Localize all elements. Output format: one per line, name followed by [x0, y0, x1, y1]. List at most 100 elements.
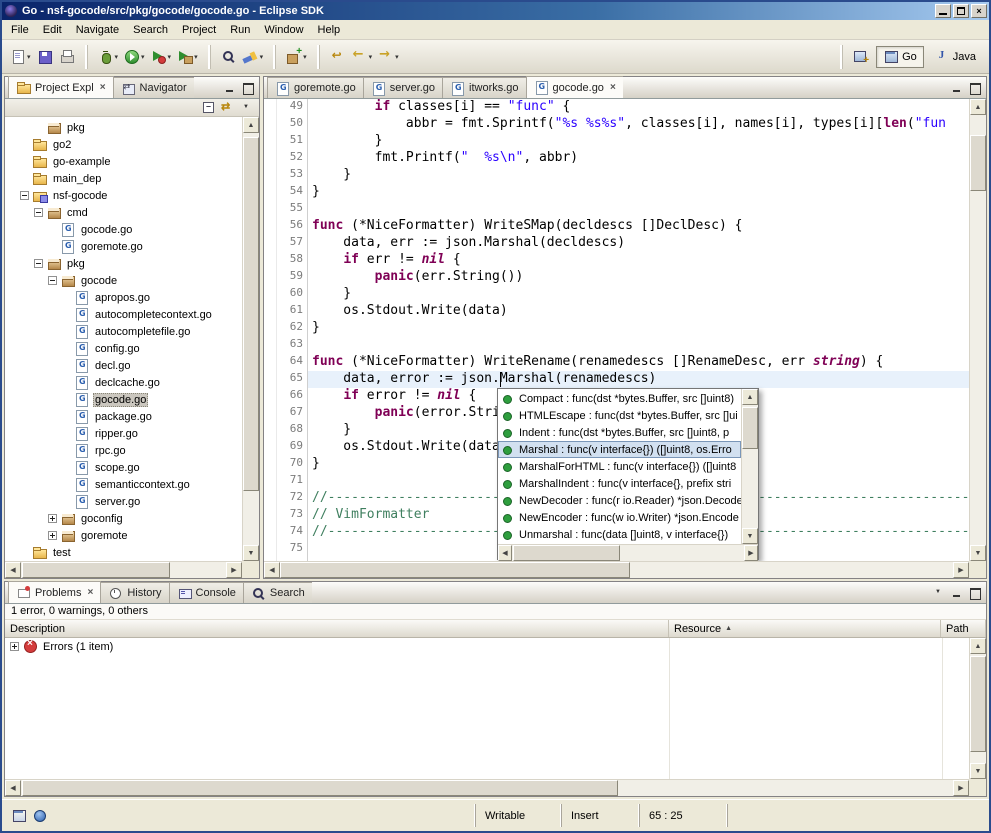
tree-item-gocode-go[interactable]: gocode.go [5, 221, 242, 238]
expand-handle[interactable] [20, 191, 29, 200]
dropdown-arrow-icon[interactable]: ▾ [141, 53, 145, 61]
tree-item-go2[interactable]: go2 [5, 136, 242, 153]
tree-item-config-go[interactable]: config.go [5, 340, 242, 357]
code-line[interactable] [308, 337, 969, 354]
sidebar-maximize-button[interactable] [240, 81, 256, 95]
scroll-track[interactable] [21, 780, 953, 796]
scroll-track[interactable] [512, 545, 744, 561]
sidebar-tab-navigator[interactable]: Navigator [113, 77, 194, 98]
tree-item-gocode-go[interactable]: gocode.go [5, 391, 242, 408]
tree-item-pkg[interactable]: pkg [5, 119, 242, 136]
dropdown-arrow-icon[interactable]: ▾ [194, 53, 198, 61]
toolbar-run-button[interactable]: ▾ [122, 45, 147, 69]
tree-item-goconfig[interactable]: goconfig [5, 510, 242, 527]
current-line[interactable]: data, error := json.Marshal(renamedescs) [308, 371, 969, 388]
autocomplete-item[interactable]: Compact : func(dst *bytes.Buffer, src []… [498, 390, 741, 407]
maximize-window-button[interactable] [953, 4, 969, 18]
tree-item-semanticcontext-go[interactable]: semanticcontext.go [5, 476, 242, 493]
toolbar-run-last-launched-button[interactable]: ▾ [149, 45, 174, 69]
problems-tab-search[interactable]: Search [243, 582, 312, 603]
autocomplete-horizontal-scrollbar[interactable]: ◀▶ [498, 544, 758, 561]
toolbar-debug-button[interactable]: ▾ [96, 45, 121, 69]
tree-item-goremote[interactable]: goremote [5, 527, 242, 544]
tree-item-cmd[interactable]: cmd [5, 204, 242, 221]
dropdown-arrow-icon[interactable]: ▾ [303, 53, 307, 61]
title-bar[interactable]: Go - nsf-gocode/src/pkg/gocode/gocode.go… [2, 2, 989, 20]
close-tab-icon[interactable]: × [610, 82, 616, 93]
column-header-description[interactable]: Description [5, 620, 669, 637]
editor-tab-gocode-go[interactable]: gocode.go× [526, 76, 623, 98]
scroll-track[interactable] [970, 115, 986, 545]
link-with-editor-icon[interactable] [220, 100, 236, 115]
scroll-down-button[interactable]: ▼ [742, 528, 758, 544]
sidebar-horizontal-scrollbar[interactable]: ◀▶ [5, 561, 242, 578]
autocomplete-item[interactable]: HTMLEscape : func(dst *bytes.Buffer, src… [498, 407, 741, 424]
menu-help[interactable]: Help [311, 21, 348, 39]
scroll-left-button[interactable]: ◀ [498, 545, 512, 561]
code-line[interactable]: } [308, 167, 969, 184]
autocomplete-item[interactable]: NewDecoder : func(r io.Reader) *json.Dec… [498, 492, 741, 509]
scroll-track[interactable] [742, 405, 758, 528]
scroll-up-button[interactable]: ▲ [742, 389, 758, 405]
problems-horizontal-scrollbar[interactable]: ◀▶ [5, 779, 969, 796]
toolbar-forward-button[interactable]: ▾ [376, 45, 401, 69]
menu-file[interactable]: File [4, 21, 36, 39]
dropdown-arrow-icon[interactable]: ▾ [168, 53, 172, 61]
scroll-up-button[interactable]: ▲ [970, 638, 986, 654]
scroll-thumb[interactable] [22, 780, 618, 796]
toolbar-save-button[interactable] [35, 45, 55, 69]
editor-tab-goremote-go[interactable]: goremote.go [267, 77, 364, 98]
toolbar-external-tools-button[interactable]: ▾ [175, 45, 200, 69]
menu-edit[interactable]: Edit [36, 21, 69, 39]
scroll-right-button[interactable]: ▶ [953, 562, 969, 578]
autocomplete-item[interactable]: Marshal : func(v interface{}) ([]uint8, … [498, 441, 741, 458]
dropdown-arrow-icon[interactable]: ▾ [115, 53, 119, 61]
line-number-ruler[interactable]: 4950515253545556575859606162636465666768… [277, 99, 308, 561]
close-window-button[interactable]: × [971, 4, 987, 18]
scroll-thumb[interactable] [243, 137, 259, 491]
workspace-status-icon[interactable] [32, 808, 48, 823]
open-perspective-button[interactable] [851, 45, 871, 69]
expand-handle[interactable] [34, 208, 43, 217]
tree-item-goremote-go[interactable]: goremote.go [5, 238, 242, 255]
sidebar-view-menu-icon[interactable] [239, 101, 255, 115]
code-line[interactable]: } [308, 184, 969, 201]
editor-maximize-button[interactable] [967, 81, 983, 95]
expand-handle[interactable] [10, 642, 19, 651]
tree-item-scope-go[interactable]: scope.go [5, 459, 242, 476]
code-line[interactable]: } [308, 133, 969, 150]
close-tab-icon[interactable]: × [87, 587, 93, 598]
scroll-track[interactable] [21, 562, 226, 578]
code-line[interactable]: } [308, 320, 969, 337]
perspective-go-button[interactable]: Go [876, 46, 924, 68]
tree-item-autocompletecontext-go[interactable]: autocompletecontext.go [5, 306, 242, 323]
close-tab-icon[interactable]: × [100, 82, 106, 93]
tree-item-autocompletefile-go[interactable]: autocompletefile.go [5, 323, 242, 340]
sidebar-minimize-button[interactable] [222, 81, 238, 95]
problems-row[interactable]: Errors (1 item) [5, 638, 969, 655]
dropdown-arrow-icon[interactable]: ▾ [395, 53, 399, 61]
autocomplete-item[interactable]: Unmarshal : func(data []uint8, v interfa… [498, 526, 741, 543]
problems-tab-history[interactable]: History [100, 582, 169, 603]
code-line[interactable]: func (*NiceFormatter) WriteRename(rename… [308, 354, 969, 371]
code-line[interactable]: fmt.Printf(" %s\n", abbr) [308, 150, 969, 167]
editor-tab-server-go[interactable]: server.go [363, 77, 443, 98]
problems-minimize-button[interactable] [949, 586, 965, 600]
tree-item-test[interactable]: test [5, 544, 242, 561]
perspective-java-button[interactable]: Java [927, 46, 983, 68]
menu-navigate[interactable]: Navigate [69, 21, 126, 39]
sidebar-vertical-scrollbar[interactable]: ▲▼ [242, 117, 259, 561]
scroll-left-button[interactable]: ◀ [5, 562, 21, 578]
tree-item-go-example[interactable]: go-example [5, 153, 242, 170]
toolbar-new-go-element-button[interactable]: ▾ [284, 45, 309, 69]
toolbar-search-button[interactable]: ▾ [241, 45, 266, 69]
scroll-right-button[interactable]: ▶ [953, 780, 969, 796]
project-tree[interactable]: pkggo2go-examplemain_depnsf-gocodecmdgoc… [5, 117, 242, 561]
menu-window[interactable]: Window [257, 21, 310, 39]
autocomplete-item[interactable]: MarshalForHTML : func(v interface{}) ([]… [498, 458, 741, 475]
toolbar-back-button[interactable]: ▾ [350, 45, 375, 69]
problems-rows[interactable]: Errors (1 item) [5, 638, 969, 779]
scroll-track[interactable] [243, 133, 259, 545]
dropdown-arrow-icon[interactable]: ▾ [260, 53, 264, 61]
code-line[interactable]: panic(err.String()) [308, 269, 969, 286]
